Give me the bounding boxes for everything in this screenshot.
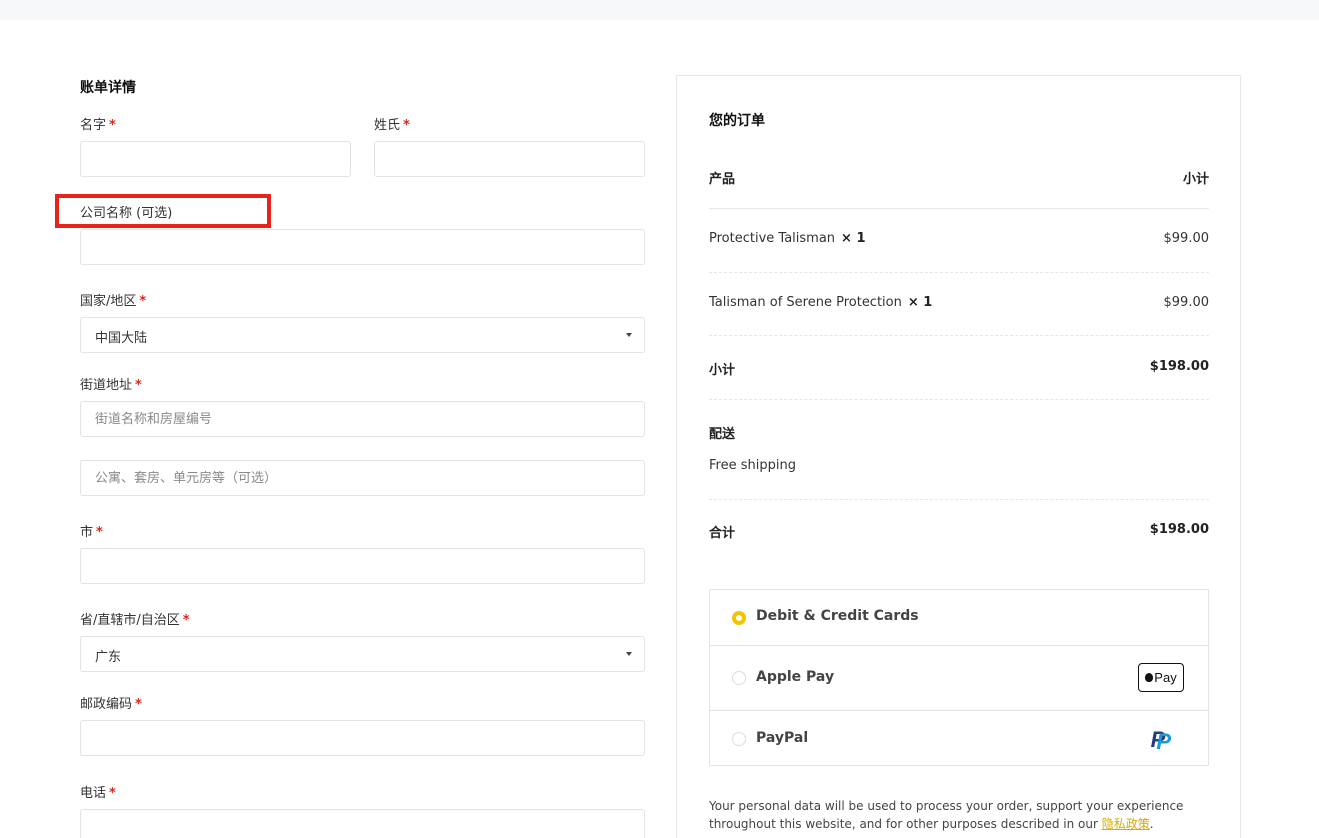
province-select[interactable]: 广东 [80, 636, 645, 672]
country-select[interactable]: 中国大陆 [80, 317, 645, 353]
radio-icon[interactable] [732, 732, 746, 746]
country-label: 国家/地区 * [80, 294, 147, 309]
phone-field[interactable] [80, 809, 645, 838]
item-qty: × 1 [841, 231, 866, 246]
item-name: Protective Talisman [709, 231, 836, 246]
top-bar [0, 0, 1319, 20]
divider [709, 208, 1209, 209]
last-name-input[interactable] [375, 142, 644, 176]
payment-methods: Debit & Credit Cards Apple Pay Pay PayPa… [709, 589, 1209, 766]
first-name-label: 名字 * [80, 118, 116, 133]
order-table-header: 产品 小计 [709, 168, 1209, 187]
item-qty: × 1 [907, 295, 933, 310]
order-item-row: Protective Talisman × 1 $99.00 [709, 231, 1209, 246]
apple-pay-icon: Pay [1138, 663, 1184, 692]
privacy-notice: Your personal data will be used to proce… [709, 799, 1184, 831]
first-name-input[interactable] [81, 142, 350, 176]
required-mark: * [139, 294, 147, 309]
required-mark: * [109, 118, 116, 133]
billing-title: 账单详情 [80, 80, 136, 96]
col-subtotal-label: 小计 [1182, 172, 1209, 187]
last-name-label: 姓氏 * [374, 118, 410, 133]
payment-option-cards[interactable]: Debit & Credit Cards [710, 590, 1208, 646]
divider [709, 499, 1209, 500]
city-input[interactable] [81, 549, 644, 583]
postcode-label: 邮政编码 * [80, 697, 142, 712]
item-name: Talisman of Serene Protection [709, 295, 902, 310]
phone-label: 电话 * [80, 786, 116, 801]
city-field[interactable] [80, 548, 645, 584]
shipping-label: 配送 [709, 427, 736, 442]
postcode-input[interactable] [81, 721, 644, 755]
subtotal-label: 小计 [709, 363, 736, 378]
caret-down-icon [626, 333, 632, 337]
payment-option-label: Debit & Credit Cards [756, 608, 919, 624]
subtotal-value: $198.00 [1149, 359, 1209, 374]
order-summary: 您的订单 产品 小计 Protective Talisman × 1 $99.00… [676, 75, 1241, 838]
payment-option-paypal[interactable]: PayPal PP [710, 711, 1208, 766]
city-label: 市 * [80, 525, 103, 540]
phone-input[interactable] [81, 810, 644, 838]
postcode-field[interactable] [80, 720, 645, 756]
item-price: $99.00 [1163, 295, 1210, 310]
highlight-box [55, 194, 271, 228]
order-item-row: Talisman of Serene Protection × 1 $99.00 [709, 295, 1209, 310]
street-address-2-input[interactable] [81, 461, 644, 495]
company-field[interactable] [80, 229, 645, 265]
payment-option-apple-pay[interactable]: Apple Pay Pay [710, 646, 1208, 711]
radio-icon[interactable] [732, 671, 746, 685]
divider [709, 399, 1209, 400]
province-label: 省/直辖市/自治区 * [80, 613, 190, 628]
order-title: 您的订单 [709, 113, 765, 129]
caret-down-icon [626, 652, 632, 656]
col-product-label: 产品 [709, 172, 736, 187]
street-label: 街道地址 * [80, 378, 142, 393]
required-mark: * [182, 613, 190, 628]
required-mark: * [96, 525, 103, 540]
divider [709, 272, 1209, 273]
subtotal-row: 小计 $198.00 [709, 359, 1209, 378]
street-address-1-field[interactable] [80, 401, 645, 437]
total-label: 合计 [709, 526, 736, 541]
first-name-field[interactable] [80, 141, 351, 177]
paypal-icon: PP [1150, 727, 1171, 754]
required-mark: * [135, 697, 142, 712]
street-address-1-input[interactable] [81, 402, 644, 436]
divider [709, 335, 1209, 336]
last-name-field[interactable] [374, 141, 645, 177]
required-mark: * [109, 786, 116, 801]
required-mark: * [135, 378, 142, 393]
payment-option-label: Apple Pay [756, 669, 835, 685]
company-input[interactable] [81, 230, 644, 264]
radio-selected-icon[interactable] [732, 611, 746, 625]
privacy-policy-link[interactable]: 隐私政策 [1102, 817, 1150, 831]
apple-logo-icon [1145, 673, 1154, 682]
shipping-value: Free shipping [709, 458, 796, 473]
payment-option-label: PayPal [756, 730, 809, 746]
total-row: 合计 $198.00 [709, 522, 1209, 541]
street-address-2-field[interactable] [80, 460, 645, 496]
province-select-value: 广东 [95, 650, 122, 665]
required-mark: * [403, 118, 410, 133]
item-price: $99.00 [1163, 231, 1210, 246]
country-select-value: 中国大陆 [95, 331, 148, 346]
total-value: $198.00 [1149, 522, 1209, 537]
